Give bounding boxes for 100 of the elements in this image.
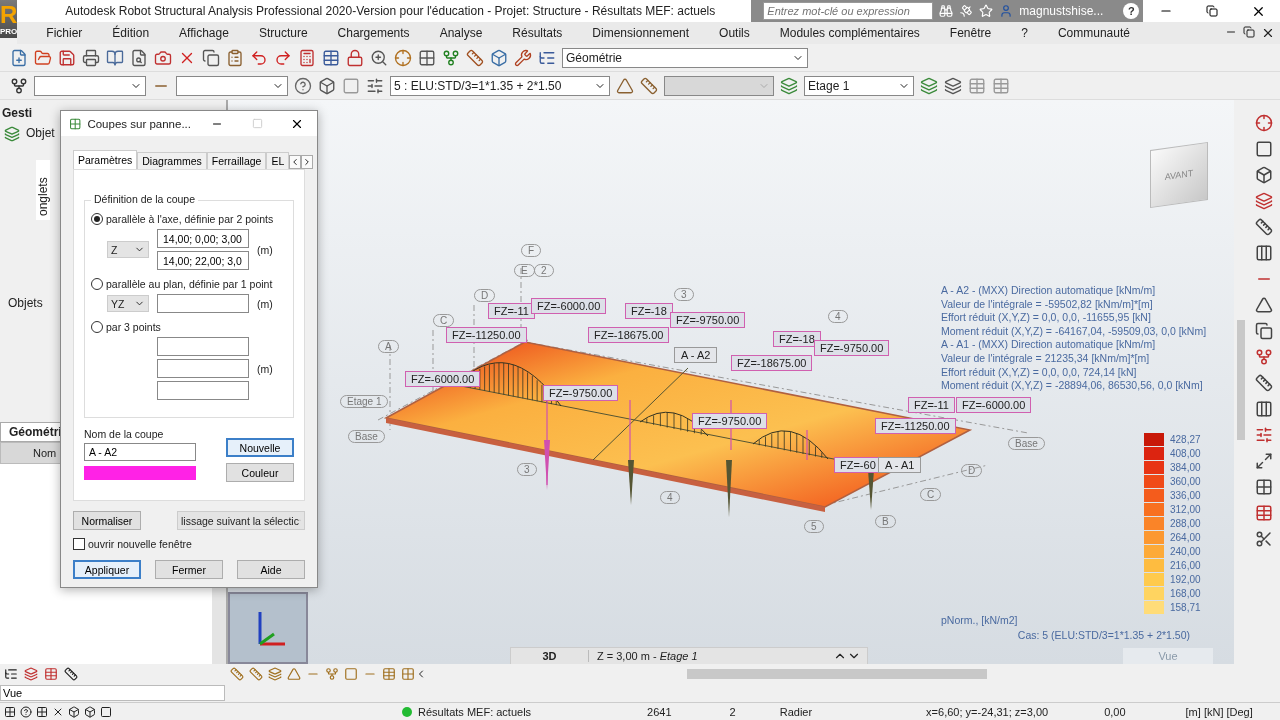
restore-icon[interactable] <box>1206 5 1219 17</box>
layout-dropdown[interactable]: Géométrie <box>562 47 808 68</box>
view-tool-icon[interactable] <box>344 667 358 681</box>
star-icon[interactable] <box>979 4 994 18</box>
menu-item[interactable]: Fenêtre <box>934 26 1007 40</box>
smoothing-dropdown[interactable]: lissage suivant la sélectic <box>177 511 305 530</box>
copy-icon[interactable] <box>202 48 220 67</box>
cube-icon[interactable] <box>68 705 80 718</box>
stories-icon[interactable] <box>920 76 938 95</box>
radio-button[interactable] <box>91 213 103 225</box>
scrollbar-thumb[interactable] <box>687 669 987 679</box>
view-mode[interactable]: 3D <box>511 650 589 662</box>
ruler-icon[interactable] <box>640 76 658 95</box>
point-field[interactable]: 14,00; 0,00; 3,00 <box>157 229 249 248</box>
list-icon[interactable] <box>4 667 18 681</box>
book-icon[interactable] <box>106 48 124 67</box>
zoom-icon[interactable] <box>370 48 388 67</box>
table-icon[interactable] <box>1255 504 1273 522</box>
menu-item[interactable]: Résultats <box>497 26 578 40</box>
dialog-button[interactable]: Fermer <box>155 560 223 579</box>
view-tool-icon[interactable] <box>382 667 396 681</box>
snap-icon[interactable] <box>4 705 16 718</box>
point-field[interactable] <box>157 337 249 356</box>
menu-item[interactable]: Chargements <box>322 26 425 40</box>
dialog-tab[interactable]: Paramètres <box>73 150 138 169</box>
structure-icon[interactable] <box>4 126 20 142</box>
camera-icon[interactable] <box>154 48 172 67</box>
radio-button[interactable] <box>91 321 103 333</box>
command-field[interactable]: Vue <box>0 685 225 701</box>
dialog-tab[interactable]: EL <box>266 152 290 169</box>
menu-item[interactable]: Édition <box>97 26 165 40</box>
redo-icon[interactable] <box>274 48 292 67</box>
normalize-button[interactable]: Normaliser <box>73 511 141 530</box>
new-file-icon[interactable] <box>10 48 28 67</box>
ruler-icon[interactable] <box>64 667 78 681</box>
table-icon[interactable] <box>322 48 340 67</box>
view-tool-icon[interactable] <box>230 667 244 681</box>
slope-icon[interactable] <box>616 76 634 95</box>
preview-icon[interactable] <box>130 48 148 67</box>
view-tool-icon[interactable] <box>249 667 263 681</box>
plane-dropdown[interactable]: YZ <box>107 295 149 312</box>
checkbox[interactable] <box>73 538 85 550</box>
point-field[interactable] <box>157 381 249 400</box>
satellite-icon[interactable] <box>959 4 974 18</box>
help-button[interactable]: ? <box>1123 3 1140 19</box>
point-field[interactable] <box>157 359 249 378</box>
view-tool-icon[interactable] <box>287 667 301 681</box>
dialog-tab[interactable]: Ferraillage <box>206 152 267 169</box>
ruler-icon[interactable] <box>466 48 484 67</box>
story-dropdown[interactable]: Etage 1 <box>804 75 914 96</box>
dialog-button[interactable]: Aide <box>237 560 305 579</box>
point-field[interactable]: 14,00; 22,00; 3,0 <box>157 251 249 270</box>
dimension-icon[interactable] <box>1255 374 1273 392</box>
name-field[interactable]: A - A2 <box>84 443 196 461</box>
square-icon[interactable] <box>100 705 112 718</box>
menu-item[interactable]: Outils <box>704 26 765 40</box>
menu-item[interactable]: Modules complémentaires <box>764 26 935 40</box>
menu-item[interactable]: Structure <box>243 26 323 40</box>
selection-dropdown[interactable] <box>34 75 146 96</box>
clipboard-icon[interactable] <box>226 48 244 67</box>
dialog-button[interactable]: Nouvelle <box>226 438 294 457</box>
restore-icon[interactable] <box>1243 26 1256 38</box>
dialog-button[interactable]: Appliquer <box>73 560 141 579</box>
query-icon[interactable] <box>20 705 32 718</box>
menu-item[interactable]: Affichage <box>164 26 244 40</box>
menu-item[interactable]: Analyse <box>424 26 498 40</box>
target-icon[interactable] <box>394 48 412 67</box>
grid-frame-icon[interactable] <box>1255 478 1273 496</box>
undo-icon[interactable] <box>250 48 268 67</box>
slope-icon[interactable] <box>1255 296 1273 314</box>
menu-item[interactable]: Communauté <box>1042 26 1145 40</box>
folder-icon[interactable] <box>34 48 52 67</box>
wrench-icon[interactable] <box>514 48 532 67</box>
side-tab[interactable]: onglets <box>36 160 50 220</box>
load-case-dropdown[interactable]: 5 : ELU:STD/3=1*1.35 + 2*1.50 <box>390 75 610 96</box>
selection-dropdown[interactable] <box>176 75 288 96</box>
layers-icon[interactable] <box>24 667 38 681</box>
menu-item[interactable]: Dimensionnement <box>577 26 705 40</box>
search-field[interactable]: Entrez mot-clé ou expression <box>763 2 934 20</box>
view-tool-icon[interactable] <box>268 667 282 681</box>
point-field[interactable] <box>157 294 249 313</box>
grid-icon[interactable] <box>36 705 48 718</box>
dialog-button[interactable]: Couleur <box>226 463 294 482</box>
radio-button[interactable] <box>91 278 103 290</box>
branch-icon[interactable] <box>442 48 460 67</box>
printer-icon[interactable] <box>82 48 100 67</box>
menu-item[interactable]: Fichier <box>31 26 98 40</box>
app-logo[interactable]: R PRO <box>0 0 18 38</box>
cube-icon[interactable] <box>84 705 96 718</box>
lock-icon[interactable] <box>346 48 364 67</box>
dialog-tab[interactable]: Diagrammes <box>137 152 207 169</box>
table-icon[interactable] <box>44 667 58 681</box>
story-icon[interactable] <box>780 76 798 95</box>
stack-icon[interactable] <box>1255 322 1273 340</box>
axis-dropdown[interactable]: Z <box>107 241 149 258</box>
binoculars-icon[interactable] <box>939 4 954 18</box>
menu-item[interactable]: ? <box>1006 26 1043 40</box>
view-tool-icon[interactable] <box>325 667 339 681</box>
calculator-icon[interactable] <box>298 48 316 67</box>
grid-icon[interactable] <box>418 48 436 67</box>
